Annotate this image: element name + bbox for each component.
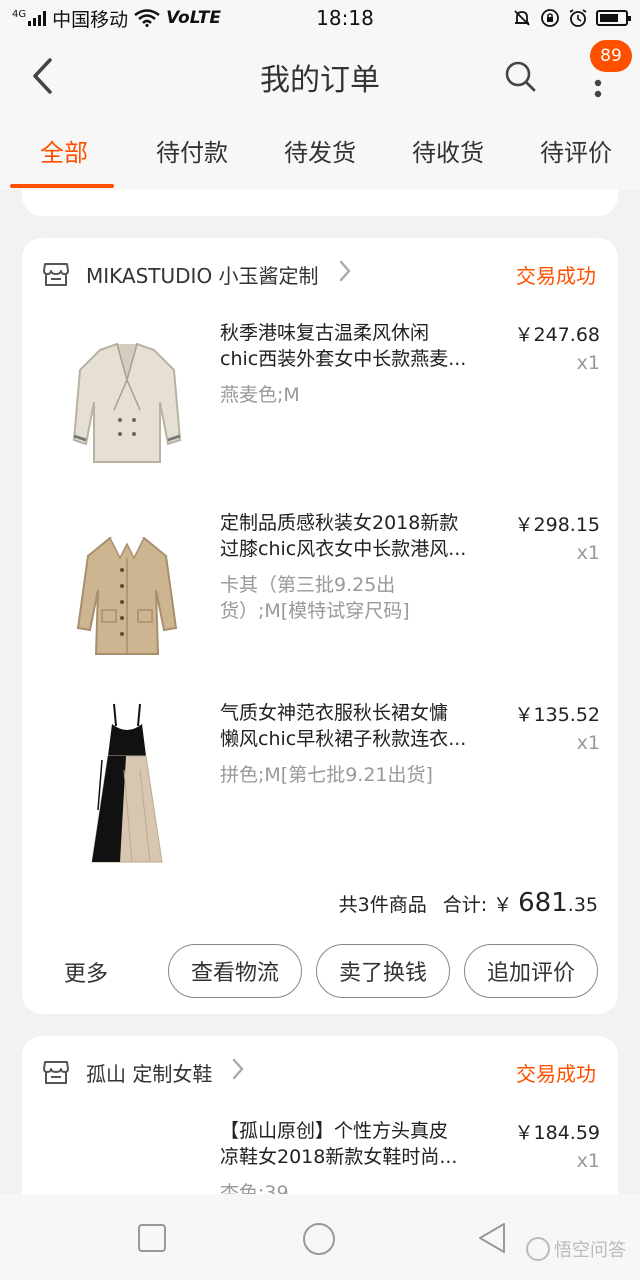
item-price: ￥298.15: [514, 514, 600, 536]
tab-pending-review[interactable]: 待评价: [512, 118, 640, 190]
view-logistics-button[interactable]: 查看物流: [168, 944, 302, 998]
item-title-line: 懒风chic早秋裙子秋款连衣...: [220, 728, 467, 750]
item-quantity: x1: [576, 542, 600, 564]
carrier-name: 中国移动: [52, 8, 129, 31]
item-title-line: 【孤山原创】个性方头真皮: [220, 1120, 449, 1142]
page-title: 我的订单: [260, 63, 380, 98]
status-bar: 4G 中国移动 VoLTE 18:18: [0, 0, 640, 36]
order-card: 孤山 定制女鞋 交易成功 【孤山原创】个性方头真皮 凉鞋女2018新款女鞋时尚.…: [22, 1036, 618, 1194]
order-item[interactable]: 秋季港味复古温柔风休闲 chic西装外套女中长款燕麦... 燕麦色;M ￥247…: [22, 320, 618, 490]
item-quantity: x1: [576, 1150, 600, 1172]
mute-bell-icon: [514, 10, 530, 26]
order-item[interactable]: 定制品质感秋装女2018新款 过膝chic风衣女中长款港风... 卡其（第三批9…: [22, 510, 618, 680]
order-tabs: 全部 待付款 待发货 待收货 待评价: [0, 118, 640, 190]
add-review-button[interactable]: 追加评价: [464, 944, 598, 998]
item-price: ￥247.68: [514, 324, 600, 346]
total-label: 合计:: [442, 894, 488, 916]
home-button[interactable]: [300, 1220, 336, 1256]
battery-icon: [596, 10, 631, 26]
triangle-back-icon: [479, 1223, 505, 1253]
order-status: 交易成功: [516, 264, 596, 288]
watermark-logo-icon: [526, 1237, 550, 1261]
square-icon: [138, 1224, 166, 1252]
search-button[interactable]: [498, 54, 542, 98]
system-nav-bar: 悟空问答: [0, 1194, 640, 1280]
shop-link[interactable]: MIKASTUDIO 小玉酱定制: [42, 256, 351, 292]
item-title: 定制品质感秋装女2018新款 过膝chic风衣女中长款港风...: [220, 510, 492, 562]
shop-name: MIKASTUDIO 小玉酱定制: [86, 263, 319, 288]
item-quantity: x1: [576, 352, 600, 374]
back-nav-button[interactable]: [474, 1220, 510, 1256]
shop-link[interactable]: 孤山 定制女鞋: [42, 1054, 244, 1090]
blazer-image: [52, 320, 202, 490]
item-spec: 卡其（第三批9.25出货）;M[模特试穿尺码]: [220, 574, 410, 622]
notification-badge: 89: [590, 40, 632, 72]
shop-name: 孤山 定制女鞋: [86, 1061, 213, 1086]
status-right: [478, 8, 631, 28]
watermark: 悟空问答: [526, 1236, 626, 1262]
item-title-line: 定制品质感秋装女2018新款: [220, 512, 459, 534]
store-icon: [43, 1061, 69, 1084]
alarm-icon: [569, 9, 587, 27]
order-actions: 更多 查看物流 卖了换钱 追加评价: [22, 944, 618, 1000]
item-title-line: 过膝chic风衣女中长款港风...: [220, 538, 467, 560]
item-title-line: 凉鞋女2018新款女鞋时尚...: [220, 1146, 458, 1168]
chevron-right-icon: [339, 260, 351, 288]
chevron-right-icon: [232, 1058, 244, 1086]
signal-icon: [28, 10, 47, 26]
order-summary: 共3件商品 合计: ￥ 681 .35: [339, 888, 598, 918]
recent-apps-button[interactable]: [134, 1220, 170, 1256]
tab-all[interactable]: 全部: [0, 118, 128, 190]
sandal-image: [52, 1118, 202, 1194]
item-title: 秋季港味复古温柔风休闲 chic西装外套女中长款燕麦...: [220, 320, 492, 372]
item-title-line: 秋季港味复古温柔风休闲: [220, 322, 430, 344]
item-title-line: 气质女神范衣服秋长裙女慵: [220, 702, 449, 724]
back-button[interactable]: [20, 54, 64, 98]
total-currency: ￥: [493, 894, 513, 916]
status-time: 18:18: [316, 6, 374, 30]
previous-order-card: [22, 190, 618, 216]
item-quantity: x1: [576, 732, 600, 754]
order-card: MIKASTUDIO 小玉酱定制 交易成功 秋季港味复古温柔风休闲 chic西装…: [22, 238, 618, 1014]
network-label: 4G: [12, 8, 27, 20]
trench-coat-image: [52, 510, 202, 680]
order-status: 交易成功: [516, 1062, 596, 1086]
total-integer: 681: [518, 888, 568, 918]
order-total: 681 .35: [518, 888, 598, 918]
item-count: 共3件商品: [338, 894, 427, 916]
more-actions-link[interactable]: 更多: [64, 956, 108, 988]
item-title: 【孤山原创】个性方头真皮 凉鞋女2018新款女鞋时尚...: [220, 1118, 492, 1170]
item-title-line: chic西装外套女中长款燕麦...: [220, 348, 467, 370]
lock-rotation-icon: [541, 9, 559, 27]
item-price: ￥135.52: [514, 704, 600, 726]
order-item[interactable]: 【孤山原创】个性方头真皮 凉鞋女2018新款女鞋时尚... 杏色;39 ￥184…: [22, 1118, 618, 1194]
item-spec: 燕麦色;M: [220, 384, 300, 406]
order-list[interactable]: MIKASTUDIO 小玉酱定制 交易成功 秋季港味复古温柔风休闲 chic西装…: [0, 190, 640, 1194]
search-icon: [505, 61, 536, 92]
resell-button[interactable]: 卖了换钱: [316, 944, 450, 998]
item-price: ￥184.59: [514, 1122, 600, 1144]
total-decimal: .35: [567, 894, 598, 916]
tab-pending-shipment[interactable]: 待发货: [256, 118, 384, 190]
item-spec: 拼色;M[第七批9.21出货]: [220, 764, 433, 786]
circle-icon: [303, 1223, 335, 1255]
tab-pending-payment[interactable]: 待付款: [128, 118, 256, 190]
dress-image: [52, 700, 202, 870]
chevron-left-icon: [33, 58, 52, 94]
tab-pending-receipt[interactable]: 待收货: [384, 118, 512, 190]
item-title: 气质女神范衣服秋长裙女慵 懒风chic早秋裙子秋款连衣...: [220, 700, 492, 752]
watermark-text: 悟空问答: [554, 1240, 626, 1261]
order-item[interactable]: 气质女神范衣服秋长裙女慵 懒风chic早秋裙子秋款连衣... 拼色;M[第七批9…: [22, 700, 618, 870]
store-icon: [43, 263, 69, 286]
item-spec: 杏色;39: [220, 1182, 289, 1194]
header: 我的订单 89: [0, 36, 640, 118]
wifi-icon: [134, 9, 160, 27]
